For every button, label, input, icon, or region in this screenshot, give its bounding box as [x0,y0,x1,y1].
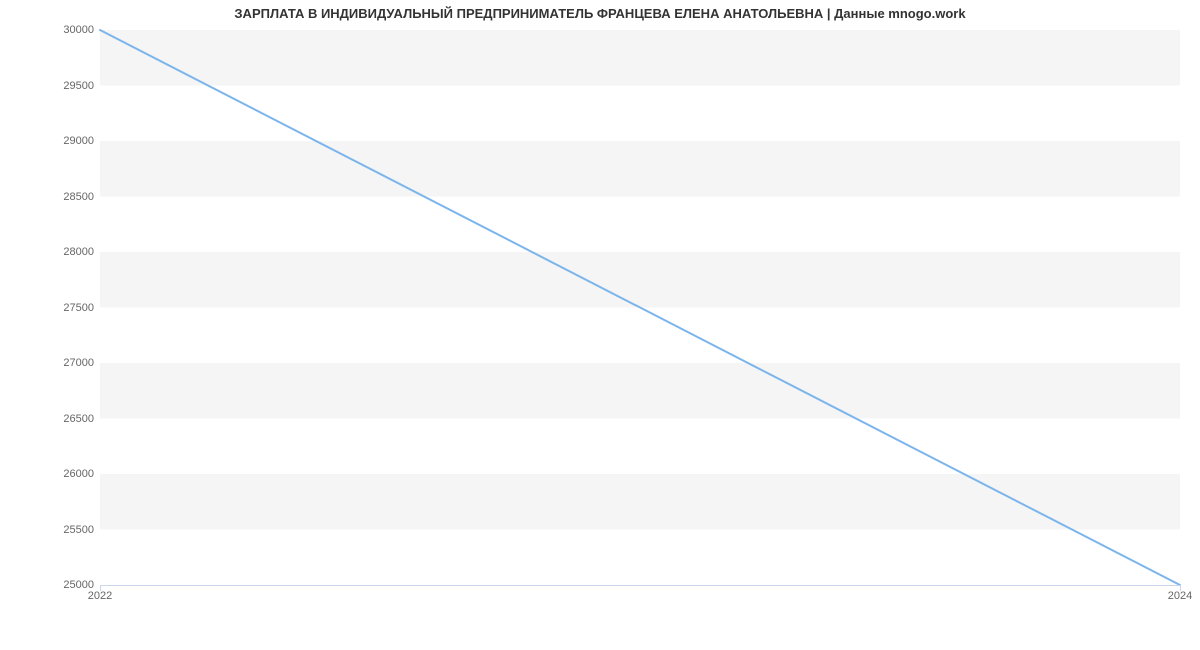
y-tick-label: 25500 [4,524,94,536]
y-tick-label: 28500 [4,191,94,203]
grid-band [100,30,1180,86]
plot-area [100,30,1180,585]
y-tick-label: 28000 [4,246,94,258]
chart-container: ЗАРПЛАТА В ИНДИВИДУАЛЬНЫЙ ПРЕДПРИНИМАТЕЛ… [0,0,1200,650]
y-tick-label: 27500 [4,302,94,314]
y-tick-label: 26500 [4,413,94,425]
y-tick-label: 25000 [4,579,94,591]
y-tick-label: 30000 [4,24,94,36]
y-tick-label: 29000 [4,135,94,147]
y-tick-label: 29500 [4,80,94,92]
line-layer [100,30,1180,585]
grid-band [100,252,1180,308]
x-tick-label: 2022 [88,590,112,602]
y-tick-label: 27000 [4,357,94,369]
grid-band [100,363,1180,419]
y-tick-label: 26000 [4,468,94,480]
grid-bands [100,30,1180,530]
x-axis-line [100,585,1180,586]
grid-band [100,141,1180,197]
chart-title: ЗАРПЛАТА В ИНДИВИДУАЛЬНЫЙ ПРЕДПРИНИМАТЕЛ… [0,6,1200,21]
x-tick-label: 2024 [1168,590,1192,602]
